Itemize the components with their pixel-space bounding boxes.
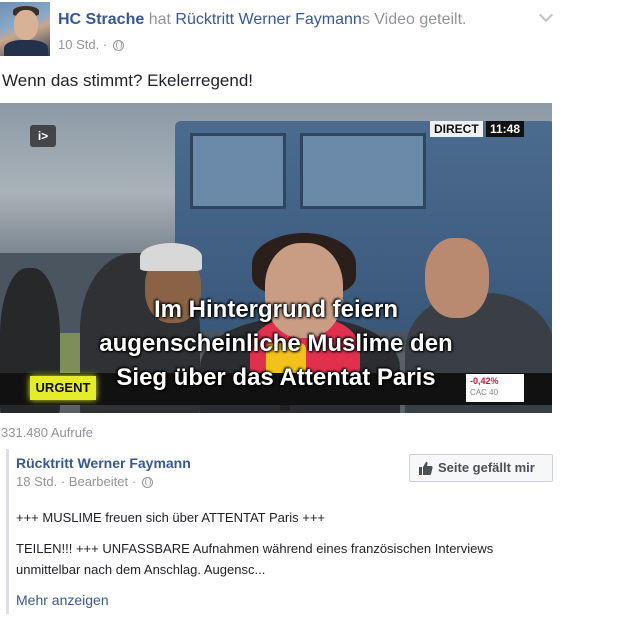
- source-timestamp[interactable]: 18 Std.: [16, 474, 57, 489]
- source-text-line-1: +++ MUSLIME freuen sich über ATTENTAT Pa…: [16, 510, 325, 525]
- shared-suffix: geteilt.: [419, 11, 467, 28]
- direct-badge: DIRECT: [430, 121, 483, 137]
- edited-label[interactable]: Bearbeitet: [69, 474, 128, 489]
- subtitle-line-3: Sieg über das Attentat Paris: [116, 364, 436, 391]
- subtitle-line-1: Im Hintergrund feiern: [153, 296, 399, 323]
- post-text: Wenn das stimmt? Ekelerregend!: [2, 71, 254, 90]
- like-page-label: Seite gefällt mir: [438, 460, 535, 475]
- subtitle-line-2: augenscheinliche Muslime den: [99, 330, 453, 357]
- source-card: Rücktritt Werner Faymann 18 Std. · Bearb…: [6, 449, 569, 614]
- like-page-button[interactable]: Seite gefällt mir: [409, 454, 553, 482]
- source-page-name[interactable]: Rücktritt Werner Faymann: [16, 455, 191, 471]
- show-more-link[interactable]: Mehr anzeigen: [16, 592, 109, 608]
- post-header: HC Strache hat Rücktritt Werner Faymanns…: [0, 0, 620, 60]
- globe-icon: [141, 477, 153, 488]
- channel-logo-icon: i>: [30, 125, 56, 147]
- thumb-icon: [419, 461, 433, 475]
- shared-page-link[interactable]: Rücktritt Werner Faymann: [175, 11, 361, 28]
- author-name[interactable]: HC Strache: [58, 11, 144, 28]
- shared-page-suffix: s Video: [361, 11, 415, 28]
- meta-separator: ·: [102, 37, 108, 52]
- post-timestamp[interactable]: 10 Std.: [58, 37, 99, 52]
- source-text-line-3: unmittelbar nach dem Anschlag. Augensc..…: [16, 562, 266, 577]
- shared-prefix: hat: [148, 11, 171, 28]
- chevron-down-icon[interactable]: [538, 10, 554, 26]
- post-headline: HC Strache hat Rücktritt Werner Faymanns…: [58, 11, 467, 29]
- source-meta: 18 Std. · Bearbeitet ·: [16, 474, 153, 489]
- avatar[interactable]: [0, 2, 50, 56]
- direct-time: 11:48: [486, 121, 525, 137]
- source-text-line-2: TEILEN!!! +++ UNFASSBARE Aufnahmen währe…: [16, 541, 494, 556]
- view-count: 331.480 Aufrufe: [1, 425, 93, 440]
- video-player[interactable]: i> DIRECT 11:48 URGENT -0,42% CAC 40 Im …: [0, 103, 552, 413]
- post-meta: 10 Std. ·: [58, 37, 124, 52]
- globe-icon: [112, 40, 124, 51]
